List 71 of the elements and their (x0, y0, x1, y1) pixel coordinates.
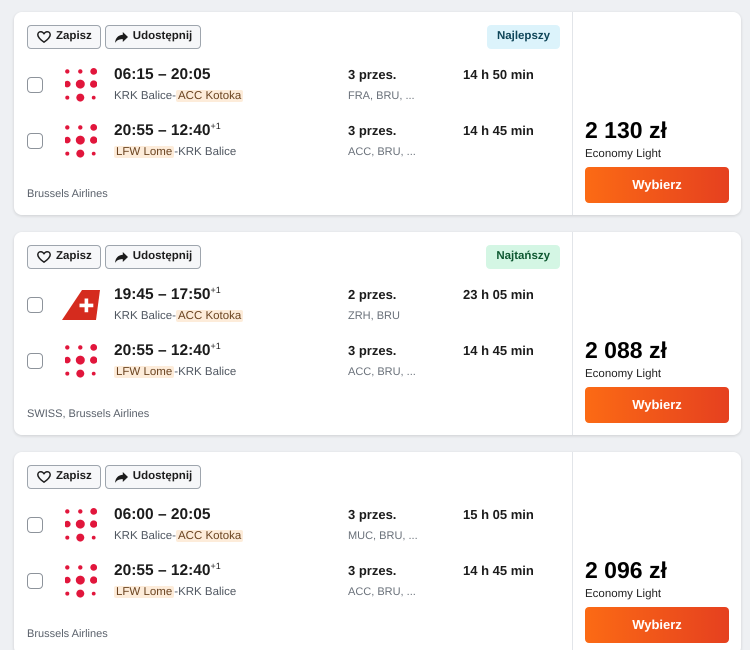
flight-checkbox[interactable] (27, 133, 43, 149)
stopover-airports: ZRH, BRU (348, 309, 401, 324)
stopover-airports: ACC, BRU, ... (348, 585, 417, 600)
airport-name: LFW Lome (114, 146, 174, 158)
stopover-airports: ACC, BRU, ... (348, 365, 417, 380)
heart-icon (37, 471, 51, 483)
flight-checkbox[interactable] (27, 297, 43, 313)
save-button[interactable]: Zapisz (27, 245, 101, 269)
stopover-airports: MUC, BRU, ... (348, 529, 419, 544)
heart-icon (37, 251, 51, 263)
flight-checkbox[interactable] (27, 77, 43, 93)
flight-duration: 14 h 45 min (463, 562, 534, 580)
airport-name: KRK Balice- (114, 310, 176, 322)
airport-name: LFW Lome (114, 366, 174, 378)
airport-name: -KRK Balice (174, 586, 236, 598)
save-button[interactable]: Zapisz (27, 465, 101, 489)
share-icon (114, 252, 128, 262)
airport-name: ACC Kotoka (176, 530, 244, 542)
stops-count: 3 przes. (348, 562, 398, 580)
flight-times: 06:15 – 20:05 (114, 65, 212, 85)
dot-grid-icon (64, 68, 98, 102)
stops-count: 3 przes. (348, 122, 398, 140)
airport-name: KRK Balice- (114, 530, 176, 542)
result-tag: Najtańszy (486, 245, 560, 269)
stops-count: 2 przes. (348, 286, 398, 304)
flight-times: 20:55 – 12:40$^{+1}$ (114, 121, 222, 141)
share-button[interactable]: Udostępnij (104, 465, 202, 489)
flight-duration: 14 h 45 min (463, 122, 534, 140)
save-button[interactable]: Zapisz (27, 25, 101, 49)
flight-checkbox[interactable] (27, 353, 43, 369)
airline-names: Brussels Airlines (27, 187, 109, 202)
flight-times: 06:00 – 20:05 (114, 505, 212, 525)
airport-name: ACC Kotoka (176, 90, 244, 102)
airline-names: SWISS, Brussels Airlines (27, 407, 150, 422)
price: 2 096 zł (585, 556, 668, 584)
flight-times: 20:55 – 12:40$^{+1}$ (114, 341, 222, 361)
flight-duration: 15 h 05 min (463, 506, 534, 524)
flight-times: 20:55 – 12:40$^{+1}$ (114, 561, 222, 581)
share-button[interactable]: Udostępnij (104, 245, 202, 269)
flight-duration: 23 h 05 min (463, 286, 534, 304)
fare-name: Economy Light (585, 367, 662, 382)
tail-fin-icon (62, 290, 100, 320)
stopover-airports: FRA, BRU, ... (348, 89, 416, 104)
airport-name: -KRK Balice (174, 366, 236, 378)
flight-duration: 14 h 50 min (463, 66, 534, 84)
stopover-airports: ACC, BRU, ... (348, 145, 417, 160)
share-button[interactable]: Udostępnij (104, 25, 202, 49)
airport-name: KRK Balice- (114, 90, 176, 102)
share-icon (114, 472, 128, 482)
stops-count: 3 przes. (348, 66, 398, 84)
airport-name: -KRK Balice (174, 146, 236, 158)
share-icon (114, 32, 128, 42)
stops-count: 3 przes. (348, 506, 398, 524)
dot-grid-icon (64, 508, 98, 542)
dot-grid-icon (64, 124, 98, 158)
flight-duration: 14 h 45 min (463, 342, 534, 360)
dot-grid-icon (64, 344, 98, 378)
airport-name: ACC Kotoka (176, 310, 244, 322)
airline-names: Brussels Airlines (27, 627, 109, 642)
dot-grid-icon (64, 564, 98, 598)
fare-name: Economy Light (585, 147, 662, 162)
fare-name: Economy Light (585, 587, 662, 602)
stops-count: 3 przes. (348, 342, 398, 360)
heart-icon (37, 31, 51, 43)
airport-name: LFW Lome (114, 586, 174, 598)
price: 2 130 zł (585, 116, 668, 144)
flight-checkbox[interactable] (27, 573, 43, 589)
flight-checkbox[interactable] (27, 517, 43, 533)
flight-times: 19:45 – 17:50$^{+1}$ (114, 285, 222, 305)
price: 2 088 zł (585, 336, 668, 364)
result-tag: Najlepszy (486, 25, 560, 49)
